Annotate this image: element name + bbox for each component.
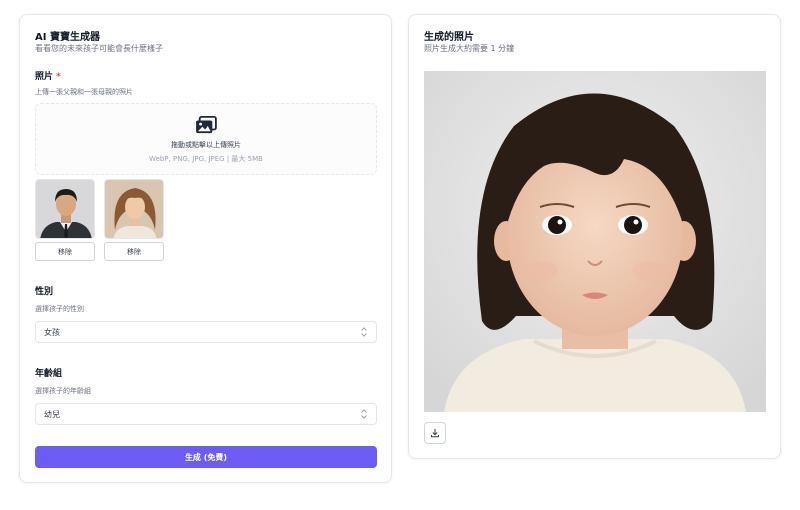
chevron-updown-icon	[361, 327, 367, 337]
generator-subtitle: 看看您的未來孩子可能會長什麼樣子	[35, 44, 163, 53]
mother-photo-thumbnail	[104, 179, 164, 239]
photos-label-text: 照片	[35, 72, 54, 82]
generator-card: AI 寶寶生成器 看看您的未來孩子可能會長什麼樣子 照片 * 上傳一張父親和一張母…	[19, 14, 392, 483]
father-photo-thumbnail	[35, 179, 95, 239]
download-button[interactable]	[424, 422, 446, 444]
photos-label: 照片 *	[35, 69, 61, 82]
gender-label: 性別	[35, 287, 54, 297]
dropzone-title: 拖動或點擊以上傳照片	[171, 141, 241, 149]
remove-mother-photo-button[interactable]: 移除	[104, 242, 164, 261]
generator-title: AI 寶寶生成器	[35, 32, 100, 43]
gender-select-value: 女孩	[44, 328, 60, 337]
age-select-value: 幼兒	[44, 410, 60, 419]
age-help: 選擇孩子的年齡組	[35, 387, 91, 395]
photo-dropzone[interactable]: 拖動或點擊以上傳照片 WebP, PNG, JPG, JPEG | 最大 5MB	[35, 103, 377, 175]
chevron-updown-icon	[361, 409, 367, 419]
generated-baby-photo	[424, 71, 766, 412]
remove-father-photo-button[interactable]: 移除	[35, 242, 95, 261]
photos-help: 上傳一張父親和一張母親的照片	[35, 88, 133, 96]
required-mark: *	[56, 72, 61, 82]
download-icon	[431, 429, 439, 438]
generate-button[interactable]: 生成 (免費)	[35, 446, 377, 468]
dropzone-hint: WebP, PNG, JPG, JPEG | 最大 5MB	[149, 155, 263, 163]
image-upload-icon	[196, 116, 217, 134]
age-select[interactable]: 幼兒	[35, 403, 377, 425]
result-title: 生成的照片	[424, 32, 474, 43]
result-subtitle: 照片生成大約需要 1 分鐘	[424, 44, 515, 53]
result-card: 生成的照片 照片生成大約需要 1 分鐘	[408, 14, 781, 459]
gender-help: 選擇孩子的性別	[35, 305, 84, 313]
age-label: 年齡組	[35, 369, 63, 379]
gender-select[interactable]: 女孩	[35, 321, 377, 343]
